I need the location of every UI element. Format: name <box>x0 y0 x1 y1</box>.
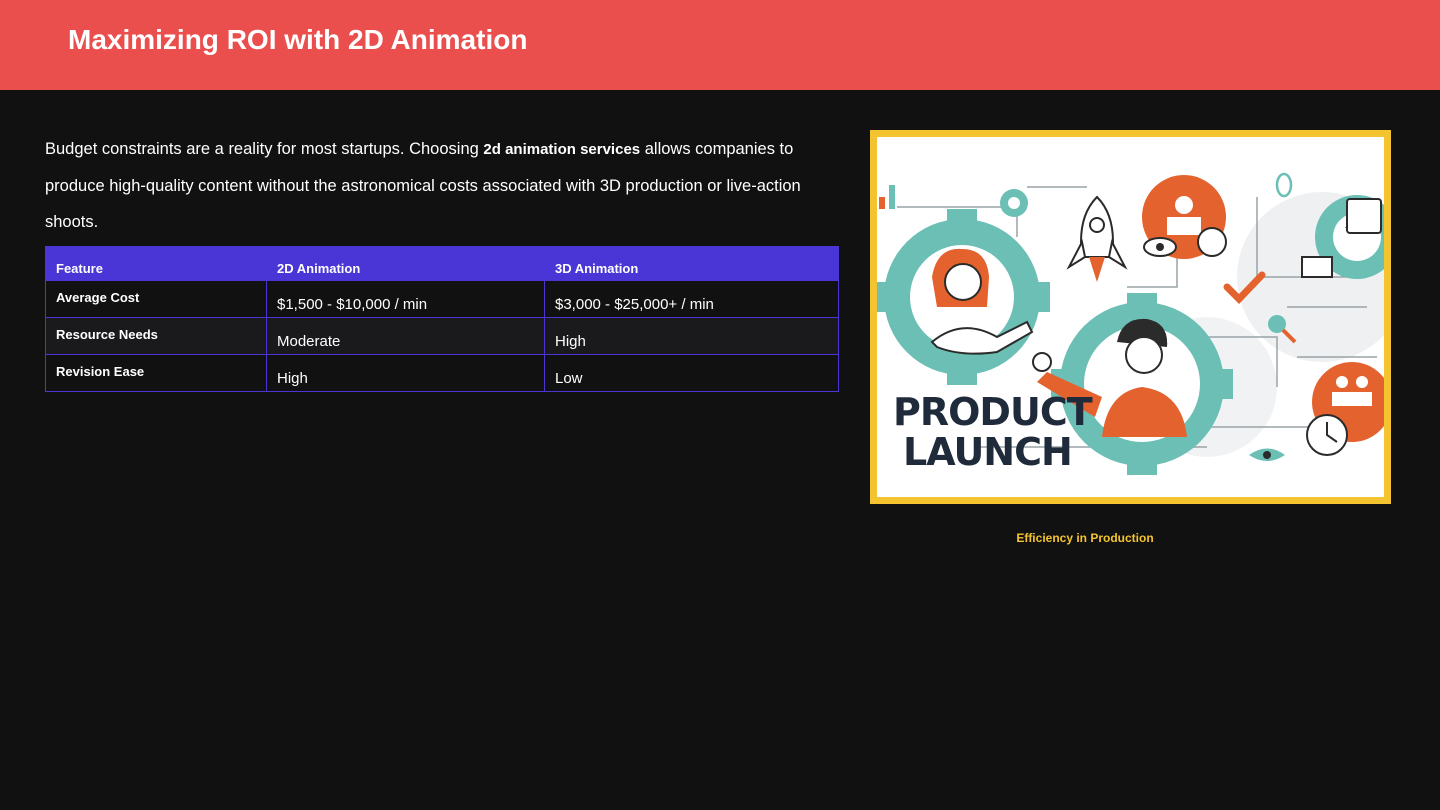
row-2d-value: $1,500 - $10,000 / min <box>266 280 545 318</box>
calendar-icon <box>1346 198 1382 234</box>
intro-paragraph: Budget constraints are a reality for mos… <box>45 131 845 240</box>
product-text: PRODUCT <box>893 390 1093 434</box>
comparison-table: Feature 2D Animation 3D Animation Averag… <box>45 246 839 392</box>
intro-bold-keyword: 2d animation services <box>483 141 641 158</box>
product-launch-illustration: PRODUCT LAUNCH <box>870 130 1391 504</box>
row-feature: Average Cost <box>45 280 267 318</box>
table-row: Resource Needs Moderate High <box>45 317 839 355</box>
row-3d-value: High <box>544 317 839 355</box>
page-title: Maximizing ROI with 2D Animation <box>68 24 528 55</box>
eye-icon <box>1143 237 1177 257</box>
row-3d-value: Low <box>544 354 839 392</box>
table-header-row: Feature 2D Animation 3D Animation <box>45 246 839 281</box>
table-row: Revision Ease High Low <box>45 354 839 392</box>
key-icon <box>1275 172 1293 198</box>
intro-text-before: Budget constraints are a reality for mos… <box>45 140 484 158</box>
illustration-svg: PRODUCT LAUNCH <box>877 137 1384 497</box>
box-icon <box>1301 256 1333 278</box>
row-feature: Revision Ease <box>45 354 267 392</box>
row-2d-value: High <box>266 354 545 392</box>
header-2d-animation: 2D Animation <box>266 246 545 281</box>
clock-icon <box>1306 414 1348 456</box>
launch-text: LAUNCH <box>903 430 1072 474</box>
image-caption: Efficiency in Production <box>1016 531 1154 545</box>
row-3d-value: $3,000 - $25,000+ / min <box>544 280 839 318</box>
header-3d-animation: 3D Animation <box>544 246 839 281</box>
row-2d-value: Moderate <box>266 317 545 355</box>
table-row: Average Cost $1,500 - $10,000 / min $3,0… <box>45 280 839 318</box>
row-feature: Resource Needs <box>45 317 267 355</box>
title-bar: Maximizing ROI with 2D Animation <box>0 0 1440 90</box>
header-feature: Feature <box>45 246 267 281</box>
small-gear-icon <box>1000 189 1028 217</box>
